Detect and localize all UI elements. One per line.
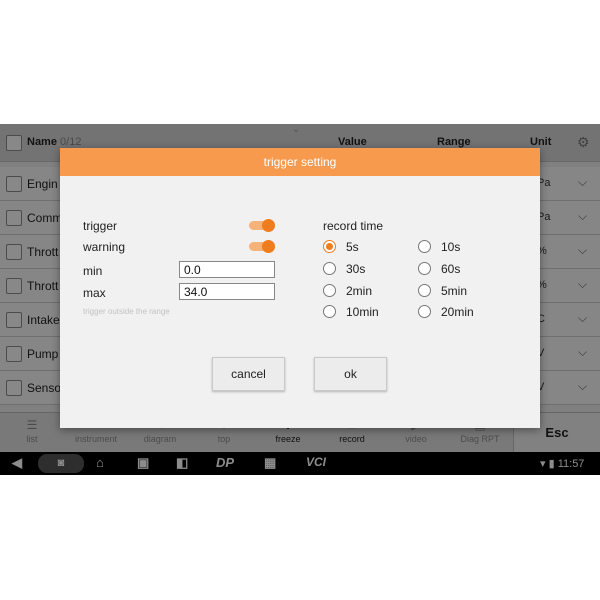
max-label: max [83, 286, 106, 300]
trigger-setting-dialog: trigger setting trigger warning min max … [60, 148, 540, 428]
radio-5min[interactable] [418, 284, 431, 297]
min-label: min [83, 264, 103, 278]
radio-60s[interactable] [418, 262, 431, 275]
radio-20min[interactable] [418, 305, 431, 318]
radio-60s-label: 60s [441, 262, 461, 276]
radio-10min-label: 10min [346, 305, 379, 319]
warning-label: warning [83, 240, 126, 254]
radio-30s[interactable] [323, 262, 336, 275]
ok-button[interactable]: ok [314, 357, 387, 391]
radio-2min-label: 2min [346, 284, 373, 298]
radio-5s[interactable] [323, 240, 336, 253]
min-input[interactable] [179, 261, 275, 278]
radio-30s-label: 30s [346, 262, 366, 276]
radio-10s-label: 10s [441, 240, 461, 254]
trigger-toggle-knob [262, 219, 275, 232]
radio-10min[interactable] [323, 305, 336, 318]
radio-5s-label: 5s [346, 240, 359, 254]
cancel-button[interactable]: cancel [212, 357, 285, 391]
max-input[interactable] [179, 283, 275, 300]
radio-20min-label: 20min [441, 305, 474, 319]
record-time-label: record time [323, 219, 384, 233]
radio-2min[interactable] [323, 284, 336, 297]
radio-10s[interactable] [418, 240, 431, 253]
dialog-title: trigger setting [60, 148, 540, 176]
trigger-label: trigger [83, 219, 118, 233]
trigger-toggle[interactable] [249, 219, 275, 232]
warning-toggle-knob [262, 240, 275, 253]
radio-5min-label: 5min [441, 284, 468, 298]
warning-toggle[interactable] [249, 240, 275, 253]
range-hint: trigger outside the range [83, 307, 170, 316]
